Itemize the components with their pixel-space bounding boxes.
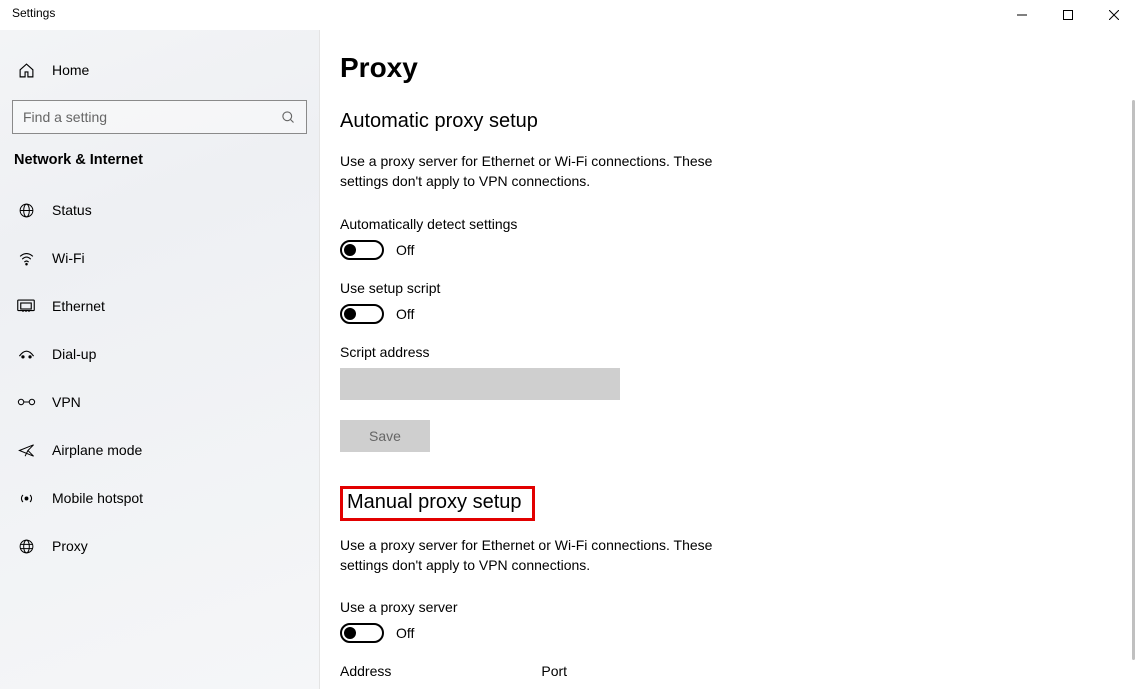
main-content: Proxy Automatic proxy setup Use a proxy … (320, 30, 1137, 689)
sidebar: Home Network & Internet Status Wi-Fi (0, 30, 320, 689)
search-input[interactable] (23, 109, 281, 125)
page-title: Proxy (340, 52, 840, 84)
search-input-container[interactable] (12, 100, 307, 134)
sidebar-item-label: VPN (52, 394, 81, 410)
manual-section-heading-highlight: Manual proxy setup (340, 486, 535, 521)
sidebar-item-label: Dial-up (52, 346, 96, 362)
airplane-icon (16, 442, 36, 459)
manual-section-desc: Use a proxy server for Ethernet or Wi-Fi… (340, 535, 760, 576)
sidebar-item-label: Mobile hotspot (52, 490, 143, 506)
minimize-icon (1017, 10, 1027, 20)
manual-section-heading: Manual proxy setup (347, 491, 522, 513)
proxy-icon (16, 538, 36, 555)
scrollbar[interactable] (1132, 100, 1135, 660)
sidebar-item-airplane[interactable]: Airplane mode (0, 426, 319, 474)
use-proxy-toggle[interactable] (340, 623, 384, 643)
use-proxy-state: Off (396, 625, 414, 641)
close-icon (1109, 10, 1119, 20)
sidebar-item-vpn[interactable]: VPN (0, 378, 319, 426)
hotspot-icon (16, 490, 36, 507)
auto-detect-label: Automatically detect settings (340, 216, 840, 232)
sidebar-item-label: Wi-Fi (52, 250, 85, 266)
sidebar-item-label: Airplane mode (52, 442, 142, 458)
home-icon (16, 62, 36, 79)
sidebar-item-dialup[interactable]: Dial-up (0, 330, 319, 378)
setup-script-label: Use setup script (340, 280, 840, 296)
sidebar-item-label: Proxy (52, 538, 88, 554)
minimize-button[interactable] (999, 0, 1045, 30)
sidebar-item-label: Ethernet (52, 298, 105, 314)
sidebar-category: Network & Internet (0, 152, 319, 180)
sidebar-item-status[interactable]: Status (0, 186, 319, 234)
window-controls (999, 0, 1137, 30)
sidebar-item-label: Status (52, 202, 92, 218)
search-icon (281, 110, 296, 125)
auto-detect-state: Off (396, 242, 414, 258)
sidebar-home-label: Home (52, 62, 89, 78)
maximize-icon (1063, 10, 1073, 20)
auto-section-desc: Use a proxy server for Ethernet or Wi-Fi… (340, 151, 760, 192)
globe-icon (16, 202, 36, 219)
sidebar-item-proxy[interactable]: Proxy (0, 522, 319, 570)
auto-detect-toggle[interactable] (340, 240, 384, 260)
sidebar-item-hotspot[interactable]: Mobile hotspot (0, 474, 319, 522)
use-proxy-label: Use a proxy server (340, 599, 840, 615)
port-label: Port (541, 663, 567, 679)
title-bar: Settings (0, 0, 1137, 30)
setup-script-toggle[interactable] (340, 304, 384, 324)
sidebar-item-ethernet[interactable]: Ethernet (0, 282, 319, 330)
setup-script-state: Off (396, 306, 414, 322)
script-address-input[interactable] (340, 368, 620, 400)
auto-section-heading: Automatic proxy setup (340, 110, 840, 133)
script-address-label: Script address (340, 344, 840, 360)
sidebar-item-wifi[interactable]: Wi-Fi (0, 234, 319, 282)
address-label: Address (340, 663, 391, 679)
ethernet-icon (16, 299, 36, 313)
maximize-button[interactable] (1045, 0, 1091, 30)
save-button[interactable]: Save (340, 420, 430, 452)
vpn-icon (16, 396, 36, 408)
close-button[interactable] (1091, 0, 1137, 30)
window-title: Settings (0, 0, 55, 20)
wifi-icon (16, 250, 36, 267)
sidebar-home[interactable]: Home (0, 50, 319, 90)
dialup-icon (16, 347, 36, 361)
